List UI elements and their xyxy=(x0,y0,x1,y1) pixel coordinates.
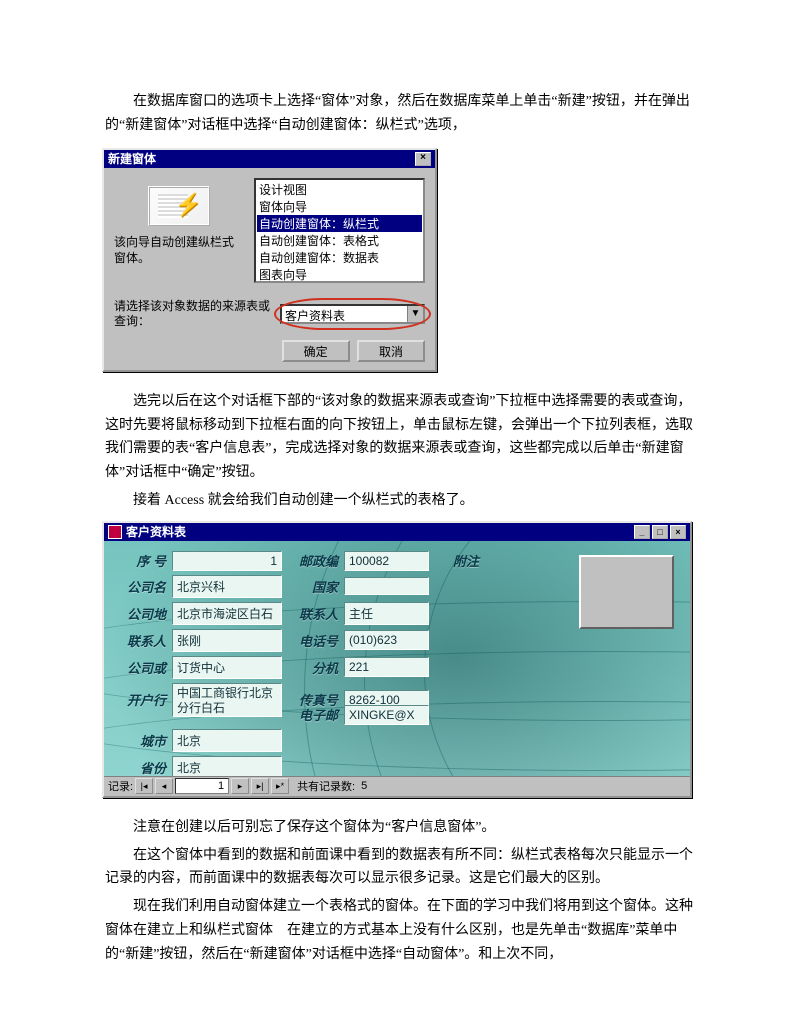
paragraph-1: 在数据库窗口的选项卡上选择“窗体”对象，然后在数据库菜单上单击“新建”按钮，并在… xyxy=(105,90,695,138)
form-type-listbox[interactable]: 设计视图 窗体向导 自动创建窗体：纵栏式 自动创建窗体：表格式 自动创建窗体：数… xyxy=(254,178,425,283)
source-combobox-value: 客户资料表 xyxy=(282,306,407,322)
label-city: 城市 xyxy=(116,731,166,750)
nav-first-button[interactable]: |◂ xyxy=(135,778,153,794)
field-postal[interactable]: 100082 xyxy=(344,551,429,571)
close-icon[interactable]: × xyxy=(670,525,686,539)
field-contact[interactable]: 张刚 xyxy=(172,629,282,652)
list-item[interactable]: 窗体向导 xyxy=(257,198,422,215)
field-seq[interactable]: 1 xyxy=(172,551,282,571)
paragraph-4: 注意在创建以后可别忘了保存这个窗体为“客户信息窗体”。 xyxy=(105,816,695,840)
dialog-title: 新建窗体 xyxy=(108,150,156,167)
label-contact-person: 联系人 xyxy=(288,604,338,623)
list-item[interactable]: 自动创建窗体：数据表 xyxy=(257,249,422,266)
new-form-dialog: 新建窗体 × ⚡ 该向导自动创建纵栏式窗体。 设计视图 窗体向导 自动创建窗体 xyxy=(102,148,437,372)
maximize-icon[interactable]: □ xyxy=(652,525,668,539)
field-company-addr[interactable]: 北京市海淀区白石 xyxy=(172,602,282,625)
list-item-selected[interactable]: 自动创建窗体：纵栏式 xyxy=(257,215,422,232)
label-country: 国家 xyxy=(288,577,338,596)
nav-label: 记录: xyxy=(108,778,133,794)
dialog-preview-panel: ⚡ 该向导自动创建纵栏式窗体。 xyxy=(114,178,244,283)
nav-next-button[interactable]: ▸ xyxy=(231,778,249,794)
form-titlebar: 客户资料表 _ □ × xyxy=(104,523,690,541)
form-icon xyxy=(108,525,122,539)
lightning-icon: ⚡ xyxy=(175,192,202,218)
list-item[interactable]: 图表向导 xyxy=(257,266,422,283)
label-contact: 联系人 xyxy=(116,631,166,650)
nav-total-label: 共有记录数: xyxy=(297,778,355,794)
form-title: 客户资料表 xyxy=(126,523,186,540)
label-province: 省份 xyxy=(116,758,166,776)
field-contact-person[interactable]: 主任 xyxy=(344,602,429,625)
field-company-or[interactable]: 订货中心 xyxy=(172,656,282,679)
label-seq: 序 号 xyxy=(116,551,166,570)
cancel-button[interactable]: 取消 xyxy=(357,340,425,362)
minimize-icon[interactable]: _ xyxy=(634,525,650,539)
field-phone[interactable]: (010)623 xyxy=(344,630,429,650)
paragraph-2: 选完以后在这个对话框下部的“该对象的数据来源表或查询”下拉框中选择需要的表或查询… xyxy=(105,390,695,485)
list-item[interactable]: 设计视图 xyxy=(257,181,422,198)
dialog-titlebar: 新建窗体 × xyxy=(104,150,435,168)
paragraph-6: 现在我们利用自动窗体建立一个表格式的窗体。在下面的学习中我们将用到这个窗体。这种… xyxy=(105,895,695,966)
nav-current-record[interactable]: 1 xyxy=(175,778,229,794)
nav-last-button[interactable]: ▸| xyxy=(251,778,269,794)
label-bank: 开户行 xyxy=(116,690,166,709)
field-ext[interactable]: 221 xyxy=(344,657,429,677)
label-company-name: 公司名 xyxy=(116,577,166,596)
chevron-down-icon[interactable]: ▼ xyxy=(407,306,423,322)
field-bank[interactable]: 中国工商银行北京分行白石 xyxy=(172,683,282,717)
wizard-preview-icon: ⚡ xyxy=(148,186,210,226)
field-province[interactable]: 北京 xyxy=(172,756,282,776)
close-icon[interactable]: × xyxy=(415,152,431,166)
nav-new-button[interactable]: ▸* xyxy=(271,778,289,794)
label-postal: 邮政编 xyxy=(288,551,338,570)
dialog-caption: 该向导自动创建纵栏式窗体。 xyxy=(114,234,244,268)
record-navigator: 记录: |◂ ◂ 1 ▸ ▸| ▸* 共有记录数: 5 xyxy=(104,776,690,796)
paragraph-3: 接着 Access 就会给我们自动创建一个纵栏式的表格了。 xyxy=(105,489,695,513)
ok-button[interactable]: 确定 xyxy=(282,340,350,362)
label-phone: 电话号 xyxy=(288,631,338,650)
source-label: 请选择该对象数据的来源表或查询： xyxy=(114,299,274,330)
field-email[interactable]: XINGKE@X xyxy=(344,705,429,725)
label-ext: 分机 xyxy=(288,658,338,677)
label-company-addr: 公司地 xyxy=(116,604,166,623)
field-country[interactable] xyxy=(344,577,429,595)
list-item[interactable]: 自动创建窗体：表格式 xyxy=(257,232,422,249)
label-note: 附注 xyxy=(435,551,479,570)
nav-total-value: 5 xyxy=(361,780,367,792)
field-company-name[interactable]: 北京兴科 xyxy=(172,575,282,598)
nav-prev-button[interactable]: ◂ xyxy=(155,778,173,794)
label-company-or: 公司或 xyxy=(116,658,166,677)
paragraph-5: 在这个窗体中看到的数据和前面课中看到的数据表有所不同：纵栏式表格每次只能显示一个… xyxy=(105,844,695,892)
source-combobox[interactable]: 客户资料表 ▼ xyxy=(280,304,425,324)
label-email: 电子邮 xyxy=(288,705,338,724)
customer-form-window: 客户资料表 _ □ × 序 号 1 邮政编 100082 xyxy=(102,521,692,798)
field-city[interactable]: 北京 xyxy=(172,729,282,752)
